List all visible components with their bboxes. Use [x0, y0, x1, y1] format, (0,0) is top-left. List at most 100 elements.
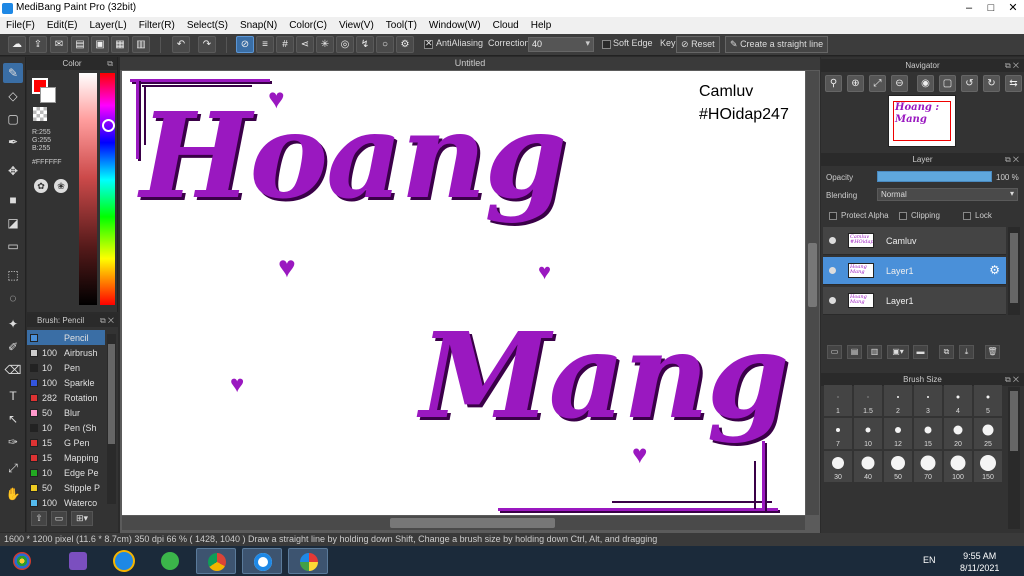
lock-checkbox[interactable] [963, 212, 971, 220]
brush-menu-icon[interactable]: ⊞▾ [71, 511, 93, 526]
layer-type-menu-icon[interactable]: ▣▾ [887, 345, 909, 359]
brush-size-cell[interactable]: 50 [884, 451, 912, 482]
brush-page-icon[interactable]: ▭ [51, 511, 67, 526]
eraser-tool-icon[interactable]: ◇ [3, 86, 23, 106]
panel-options-icon[interactable]: ⧉ [107, 57, 113, 70]
taskbar-coccoc[interactable] [150, 548, 190, 574]
zoom-icon[interactable]: ⚲ [825, 75, 842, 92]
duplicate-layer-icon[interactable]: ⧉ [939, 345, 954, 359]
menu-file[interactable]: File(F) [0, 20, 41, 31]
brush-size-cell[interactable]: 150 [974, 451, 1002, 482]
vanishing-snap-icon[interactable]: ⋖ [296, 36, 314, 53]
palette-add-icon[interactable]: ❀ [54, 179, 68, 193]
canvas-horizontal-scrollbar[interactable] [122, 516, 805, 530]
fit-icon[interactable]: ⤢ [869, 75, 886, 92]
brush-item[interactable]: 50 Blur [27, 405, 105, 420]
brush-item[interactable]: 10 Edge Pe [27, 465, 105, 480]
drawing-canvas[interactable]: Hoang Mang ♥ ♥ ♥ ♥ ♥ ♥ Camluv #HOidap247 [122, 71, 805, 515]
panel-options-icon[interactable]: ⧉ ✕ [1005, 153, 1019, 166]
menu-view[interactable]: View(V) [333, 20, 380, 31]
delete-layer-icon[interactable]: 🗑 [985, 345, 1000, 359]
layer-row[interactable]: Hoang Mang Layer1 ⚙ [823, 257, 1006, 285]
brush-size-cell[interactable]: 30 [824, 451, 852, 482]
taskbar-chrome[interactable] [196, 548, 236, 574]
flip-icon[interactable]: ⇆ [1005, 75, 1022, 92]
brush-item[interactable]: 15 Mapping [27, 450, 105, 465]
opacity-slider[interactable] [877, 171, 992, 182]
dot-brush-tool-icon[interactable]: ✒ [3, 132, 23, 152]
gradient-tool-icon[interactable]: ▭ [3, 236, 23, 256]
bucket-tool-icon[interactable]: ◪ [3, 213, 23, 233]
brush-item[interactable]: 10 Pen [27, 360, 105, 375]
page-icon[interactable]: ▥ [132, 36, 150, 53]
magic-wand-tool-icon[interactable]: ✦ [3, 314, 23, 334]
document-icon[interactable]: ▤ [71, 36, 89, 53]
menu-help[interactable]: Help [525, 20, 558, 31]
brush-item[interactable]: 100 Waterco [27, 495, 105, 510]
brush-item[interactable]: 100 Sparkle [27, 375, 105, 390]
panel-options-icon[interactable]: ⧉ ✕ [100, 314, 114, 327]
fill-rect-tool-icon[interactable]: ■ [3, 190, 23, 210]
brush-size-cell[interactable]: 15 [914, 418, 942, 449]
brush-item[interactable]: 15 G Pen [27, 435, 105, 450]
correction-select[interactable]: 40 [528, 37, 594, 52]
reset-button[interactable]: ⊘ Reset [676, 36, 720, 53]
brush-size-cell[interactable]: 100 [944, 451, 972, 482]
menu-select[interactable]: Select(S) [181, 20, 234, 31]
brush-size-cell[interactable]: 40 [854, 451, 882, 482]
brush-size-cell[interactable]: 12 [884, 418, 912, 449]
menu-tool[interactable]: Tool(T) [380, 20, 423, 31]
rectangle-tool-icon[interactable]: ▢ [3, 109, 23, 129]
lasso-tool-icon[interactable]: ◌ [3, 288, 23, 308]
canvas-vertical-scrollbar[interactable] [806, 71, 819, 515]
select-rect-tool-icon[interactable]: ⬚ [3, 265, 23, 285]
share-icon[interactable]: ⇪ [29, 36, 47, 53]
material-icon[interactable]: ▦ [111, 36, 129, 53]
merge-layer-icon[interactable]: ⤓ [959, 345, 974, 359]
select-pen-tool-icon[interactable]: ✐ [3, 337, 23, 357]
clipping-checkbox[interactable] [899, 212, 907, 220]
zoom-in-icon[interactable]: ⊕ [847, 75, 864, 92]
taskbar-medibang[interactable] [242, 548, 282, 574]
new-halftone-layer-icon[interactable]: ▤ [847, 345, 862, 359]
start-button[interactable] [2, 548, 42, 574]
brush-tool-icon[interactable]: ✎ [3, 63, 23, 83]
panel-options-icon[interactable]: ⧉ ✕ [1005, 373, 1019, 386]
new-8bit-layer-icon[interactable]: ▥ [867, 345, 882, 359]
menu-edit[interactable]: Edit(E) [41, 20, 84, 31]
comment-icon[interactable]: ✉ [50, 36, 68, 53]
brush-size-cell[interactable]: 25 [974, 418, 1002, 449]
transparent-color-swatch[interactable] [33, 107, 47, 121]
brush-size-cell[interactable]: 2 [884, 385, 912, 416]
palette-icon[interactable]: ✿ [34, 179, 48, 193]
eyedropper-tool-icon[interactable]: ✑ [3, 432, 23, 452]
move-tool-icon[interactable]: ✥ [3, 161, 23, 181]
system-clock[interactable]: 9:55 AM 8/11/2021 [960, 550, 999, 574]
new-layer-icon[interactable]: ▭ [827, 345, 842, 359]
zoom-out-icon[interactable]: ⊖ [891, 75, 908, 92]
parallel-snap-icon[interactable]: ≡ [256, 36, 274, 53]
add-brush-icon[interactable]: ⇧ [31, 511, 47, 526]
snap-off-icon[interactable]: ⊘ [236, 36, 254, 53]
language-indicator[interactable]: EN [923, 555, 936, 565]
save-icon[interactable]: ▣ [91, 36, 109, 53]
rotate-left-icon[interactable]: ↺ [961, 75, 978, 92]
snap-settings-icon[interactable]: ⚙ [396, 36, 414, 53]
taskbar-visual-studio[interactable] [58, 548, 98, 574]
brush-size-cell[interactable]: 1.5 [854, 385, 882, 416]
visibility-eye-icon[interactable] [829, 297, 836, 304]
new-folder-icon[interactable]: ▬ [913, 345, 928, 359]
brush-item[interactable]: 282 Rotation [27, 390, 105, 405]
background-color-swatch[interactable] [40, 87, 56, 103]
brush-size-cell[interactable]: 7 [824, 418, 852, 449]
rotate-reset-icon[interactable]: ◉ [917, 75, 934, 92]
visibility-eye-icon[interactable] [829, 237, 836, 244]
taskbar-internet-explorer[interactable] [104, 548, 144, 574]
layer-list-scrollbar[interactable] [1008, 227, 1020, 315]
circle-snap-icon[interactable]: ○ [376, 36, 394, 53]
brush-size-cell[interactable]: 5 [974, 385, 1002, 416]
hand-tool-icon[interactable]: ✋ [3, 484, 23, 504]
brush-size-cell[interactable]: 10 [854, 418, 882, 449]
layer-row[interactable]: Hoang Mang Layer1 [823, 287, 1006, 315]
layer-row[interactable]: Camluv #HOidap247 Camluv [823, 227, 1006, 255]
